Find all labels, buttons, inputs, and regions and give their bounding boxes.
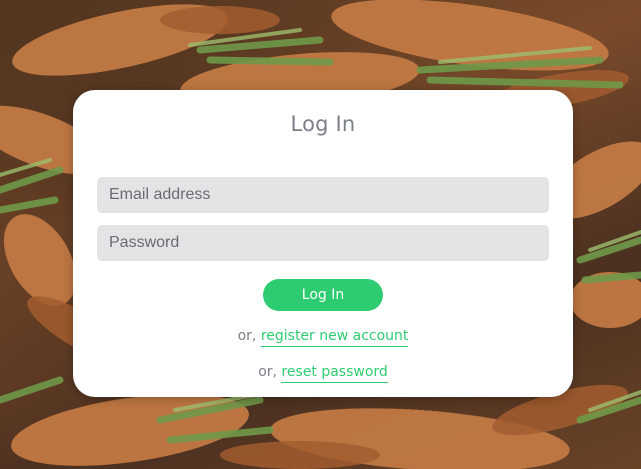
register-link[interactable]: register new account	[260, 328, 409, 347]
login-card: Log In Log In or, register new account o…	[73, 90, 573, 397]
email-field[interactable]	[97, 177, 549, 213]
reset-line: or, reset password	[73, 364, 573, 383]
page-title: Log In	[290, 112, 356, 136]
login-button[interactable]: Log In	[263, 279, 383, 311]
reset-password-link[interactable]: reset password	[281, 364, 388, 383]
reset-prefix: or,	[258, 364, 282, 380]
password-field[interactable]	[97, 225, 549, 261]
register-line: or, register new account	[73, 328, 573, 347]
register-prefix: or,	[237, 328, 261, 344]
